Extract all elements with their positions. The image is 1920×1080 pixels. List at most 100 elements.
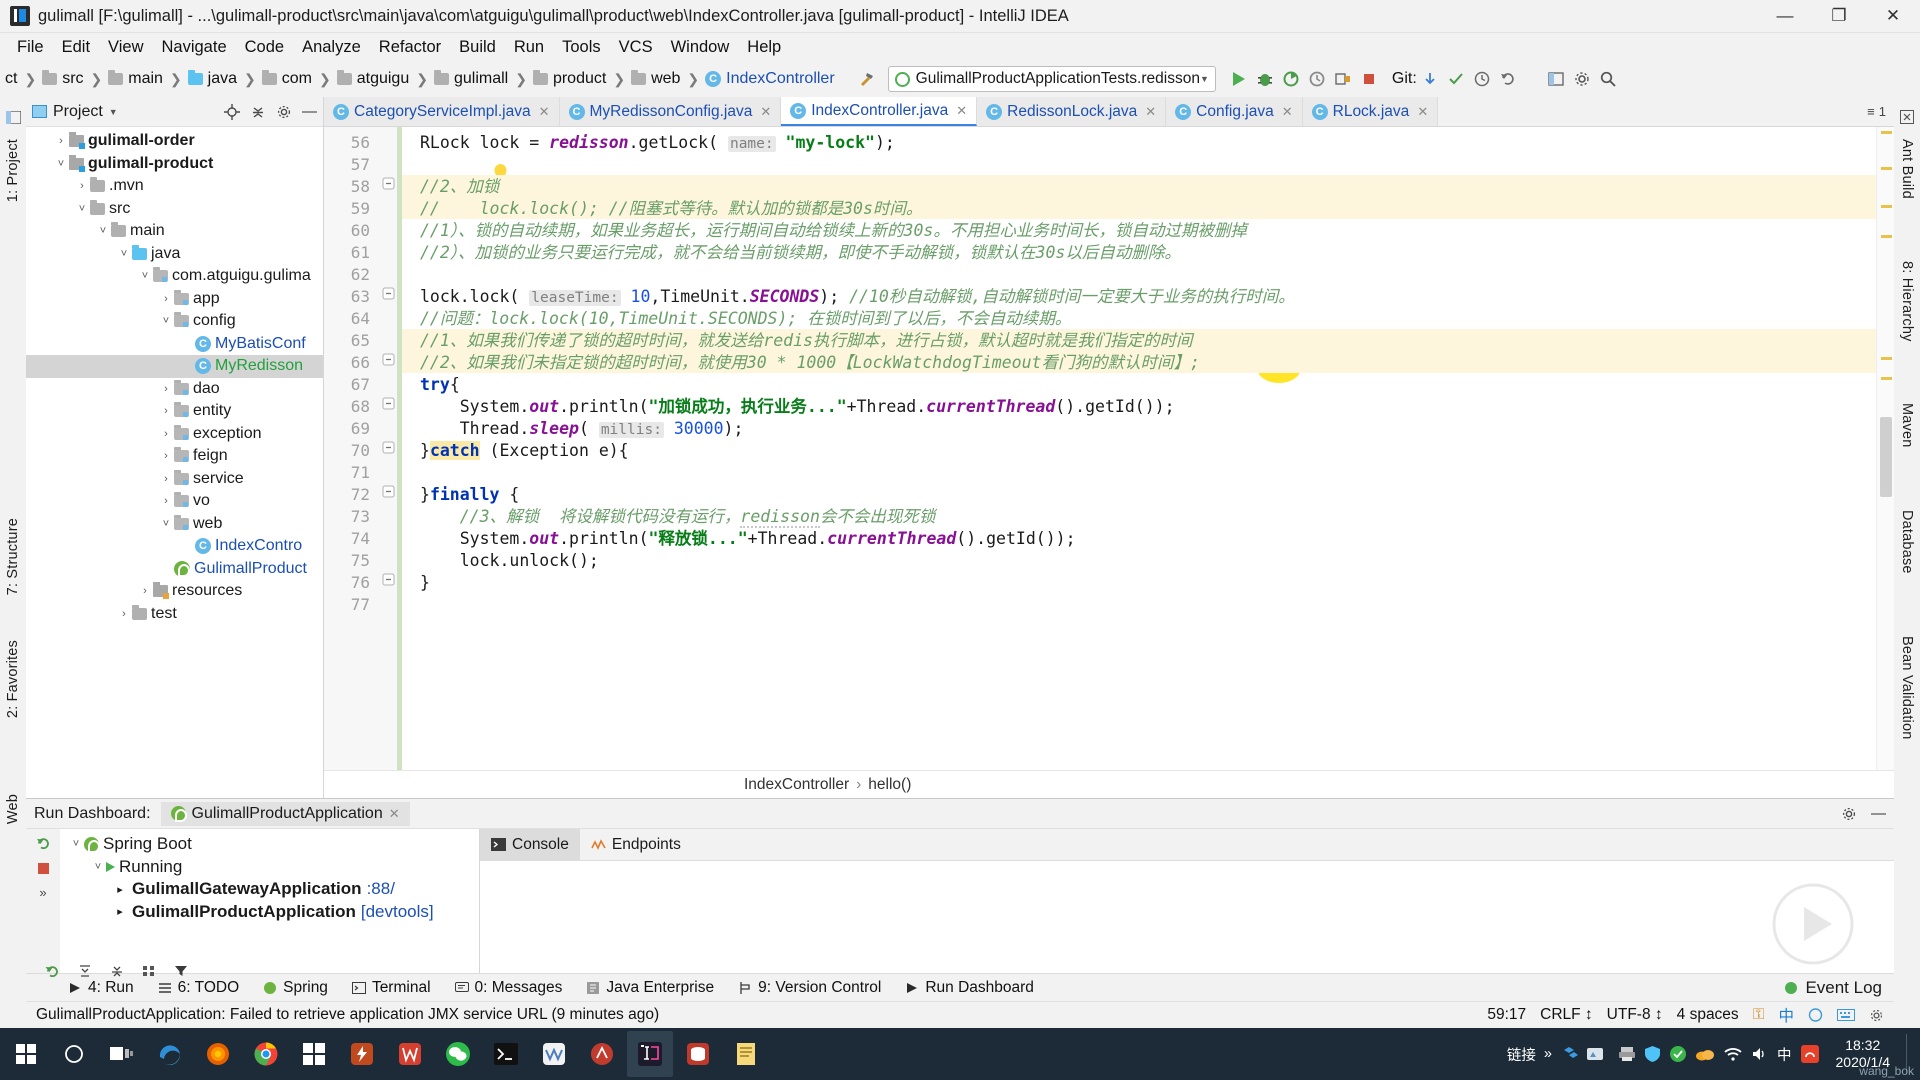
tray-cloud-icon[interactable] (1695, 1046, 1715, 1062)
tray-sogou-icon[interactable] (1800, 1044, 1820, 1064)
filter-icon[interactable] (173, 963, 189, 979)
run-dashboard-node[interactable]: ˅ Spring Boot (60, 833, 479, 856)
fold-icon[interactable] (382, 353, 395, 366)
fold-gutter[interactable] (380, 127, 402, 770)
chevron-down-icon[interactable]: ˅ (68, 838, 84, 850)
run-dashboard-node[interactable]: ▸ GulimallProductApplication [devtools] (60, 901, 479, 924)
fold-icon[interactable] (382, 287, 395, 300)
menu-item-refactor[interactable]: Refactor (370, 35, 450, 60)
menu-item-vcs[interactable]: VCS (610, 35, 662, 60)
project-rail-icon[interactable] (3, 107, 23, 127)
vertical-scrollbar-thumb[interactable] (1880, 417, 1892, 497)
editor-tab-myredissonconfig[interactable]: C MyRedissonConfig.java ✕ (559, 97, 782, 126)
rail-item-project[interactable]: 1: Project (5, 131, 21, 210)
panel-settings-gear-icon[interactable] (276, 104, 292, 120)
nav-crumb-ct[interactable]: ct (2, 70, 20, 88)
error-stripe-scrollbar[interactable] (1876, 127, 1894, 770)
intellij-idea-taskbar-icon[interactable] (627, 1031, 673, 1077)
project-tree-node[interactable]: C MyRedisson (26, 355, 323, 378)
project-tree-node[interactable]: › .mvn (26, 175, 323, 198)
update-project-icon[interactable] (1417, 66, 1443, 92)
close-tab-icon[interactable]: ✕ (539, 104, 550, 120)
settings-gear-icon[interactable] (1569, 66, 1595, 92)
menu-item-navigate[interactable]: Navigate (153, 35, 236, 60)
hide-all-icon[interactable] (1897, 107, 1917, 127)
toolwindow-versioncontrol[interactable]: 9: Version Control (726, 979, 893, 997)
run-dashboard-node-suffix[interactable]: [devtools] (361, 902, 434, 922)
fold-icon[interactable] (382, 485, 395, 498)
chevron-right-icon[interactable]: › (74, 180, 90, 192)
chevron-right-icon[interactable]: › (158, 383, 174, 395)
project-tree-node[interactable]: › exception (26, 423, 323, 446)
rail-item-favorites[interactable]: 2: Favorites (5, 632, 21, 726)
chevron-down-icon[interactable]: ˅ (74, 203, 90, 215)
nav-crumb-com[interactable]: com (259, 70, 315, 88)
rail-item-maven[interactable]: Maven (1899, 395, 1915, 456)
project-tree-node[interactable]: › test (26, 603, 323, 626)
toolwindow-javaenterprise[interactable]: Java Enterprise (574, 979, 726, 997)
run-dashboard-tree[interactable]: ˅ Spring Boot ˅ Running ▸ GulimallGatewayAppl… (60, 829, 480, 973)
file-encoding[interactable]: UTF-8 ↕ (1607, 1006, 1663, 1024)
tray-wifi-icon[interactable] (1723, 1046, 1743, 1062)
nav-crumb-gulimall[interactable]: gulimall (431, 70, 511, 88)
nav-crumb-indexcontroller[interactable]: C IndexController (702, 70, 838, 88)
dashboard-hide-icon[interactable]: — (1871, 805, 1886, 822)
keyboard-icon[interactable] (1837, 1009, 1855, 1021)
close-button[interactable]: ✕ (1866, 0, 1920, 33)
nav-crumb-java[interactable]: java (185, 70, 240, 88)
close-tab-icon[interactable]: ✕ (1417, 104, 1428, 120)
collapse-all-icon[interactable] (109, 963, 125, 979)
debug-button[interactable] (1252, 66, 1278, 92)
toolwindow-messages[interactable]: 0: Messages (443, 979, 575, 997)
project-tree-node[interactable]: › dao (26, 378, 323, 401)
chevron-right-icon[interactable]: › (116, 608, 132, 620)
stop-button[interactable] (1356, 66, 1382, 92)
menu-item-analyze[interactable]: Analyze (293, 35, 370, 60)
rail-item-structure[interactable]: 7: Structure (5, 510, 21, 603)
console-tab-console[interactable]: Console (480, 829, 580, 860)
search-everywhere-icon[interactable] (1595, 66, 1621, 92)
commit-icon[interactable] (1443, 66, 1469, 92)
chevron-right-icon[interactable]: › (158, 473, 174, 485)
fold-icon[interactable] (382, 573, 395, 586)
editor-tab-indexcontroller[interactable]: C IndexController.java ✕ (781, 97, 978, 126)
run-dashboard-node[interactable]: ▸ GulimallGatewayApplication:88/ (60, 878, 479, 901)
memory-indicator-icon[interactable] (1808, 1008, 1823, 1022)
minimize-button[interactable]: — (1758, 0, 1812, 33)
vmware-icon[interactable] (531, 1031, 577, 1077)
project-tree-node[interactable]: ˅ web (26, 513, 323, 536)
menu-item-help[interactable]: Help (738, 35, 790, 60)
close-tab-icon[interactable]: ✕ (760, 104, 771, 120)
ime-indicator[interactable]: 中 (1778, 1004, 1794, 1026)
stop-all-icon[interactable] (36, 861, 51, 876)
locate-crosshair-icon[interactable] (224, 103, 240, 120)
menu-item-view[interactable]: View (99, 35, 152, 60)
project-tree-node[interactable]: › app (26, 288, 323, 311)
edge-icon[interactable] (147, 1031, 193, 1077)
project-tree-node[interactable]: ˅ com.atguigu.gulima (26, 265, 323, 288)
chevron-right-icon[interactable]: › (137, 585, 153, 597)
project-tree-node[interactable]: C IndexContro (26, 535, 323, 558)
indent-setting[interactable]: 4 spaces (1677, 1006, 1739, 1024)
group-icon[interactable] (141, 963, 157, 979)
editor-tab-redissonlock[interactable]: C RedissonLock.java ✕ (977, 97, 1167, 126)
settings-icon[interactable] (1869, 1008, 1884, 1023)
fold-icon[interactable] (382, 441, 395, 454)
console-output[interactable] (480, 861, 1894, 973)
collapse-all-icon[interactable] (250, 104, 266, 120)
tray-ime-indicator[interactable]: 中 (1777, 1044, 1792, 1065)
firefox-icon[interactable] (195, 1031, 241, 1077)
nav-crumb-atguigu[interactable]: atguigu (334, 70, 413, 88)
rail-item-hierarchy[interactable]: 8: Hierarchy (1899, 253, 1915, 350)
menu-item-file[interactable]: File (8, 35, 53, 60)
code-editor[interactable]: 56 57 58 59 60 61 62 63 64 65 66 67 68 69 70 71 72 73 74 75… (324, 127, 1894, 770)
history-icon[interactable] (1469, 66, 1495, 92)
chevron-down-icon[interactable]: ˅ (95, 225, 111, 237)
lock-icon[interactable]: ⚿ (1753, 1006, 1765, 1024)
menu-item-edit[interactable]: Edit (53, 35, 99, 60)
expand-chevrons-icon[interactable]: » (39, 885, 46, 900)
rail-item-web[interactable]: Web (5, 786, 21, 832)
rollback-icon[interactable] (1495, 66, 1521, 92)
menu-item-code[interactable]: Code (236, 35, 293, 60)
wps-office-icon[interactable] (387, 1031, 433, 1077)
